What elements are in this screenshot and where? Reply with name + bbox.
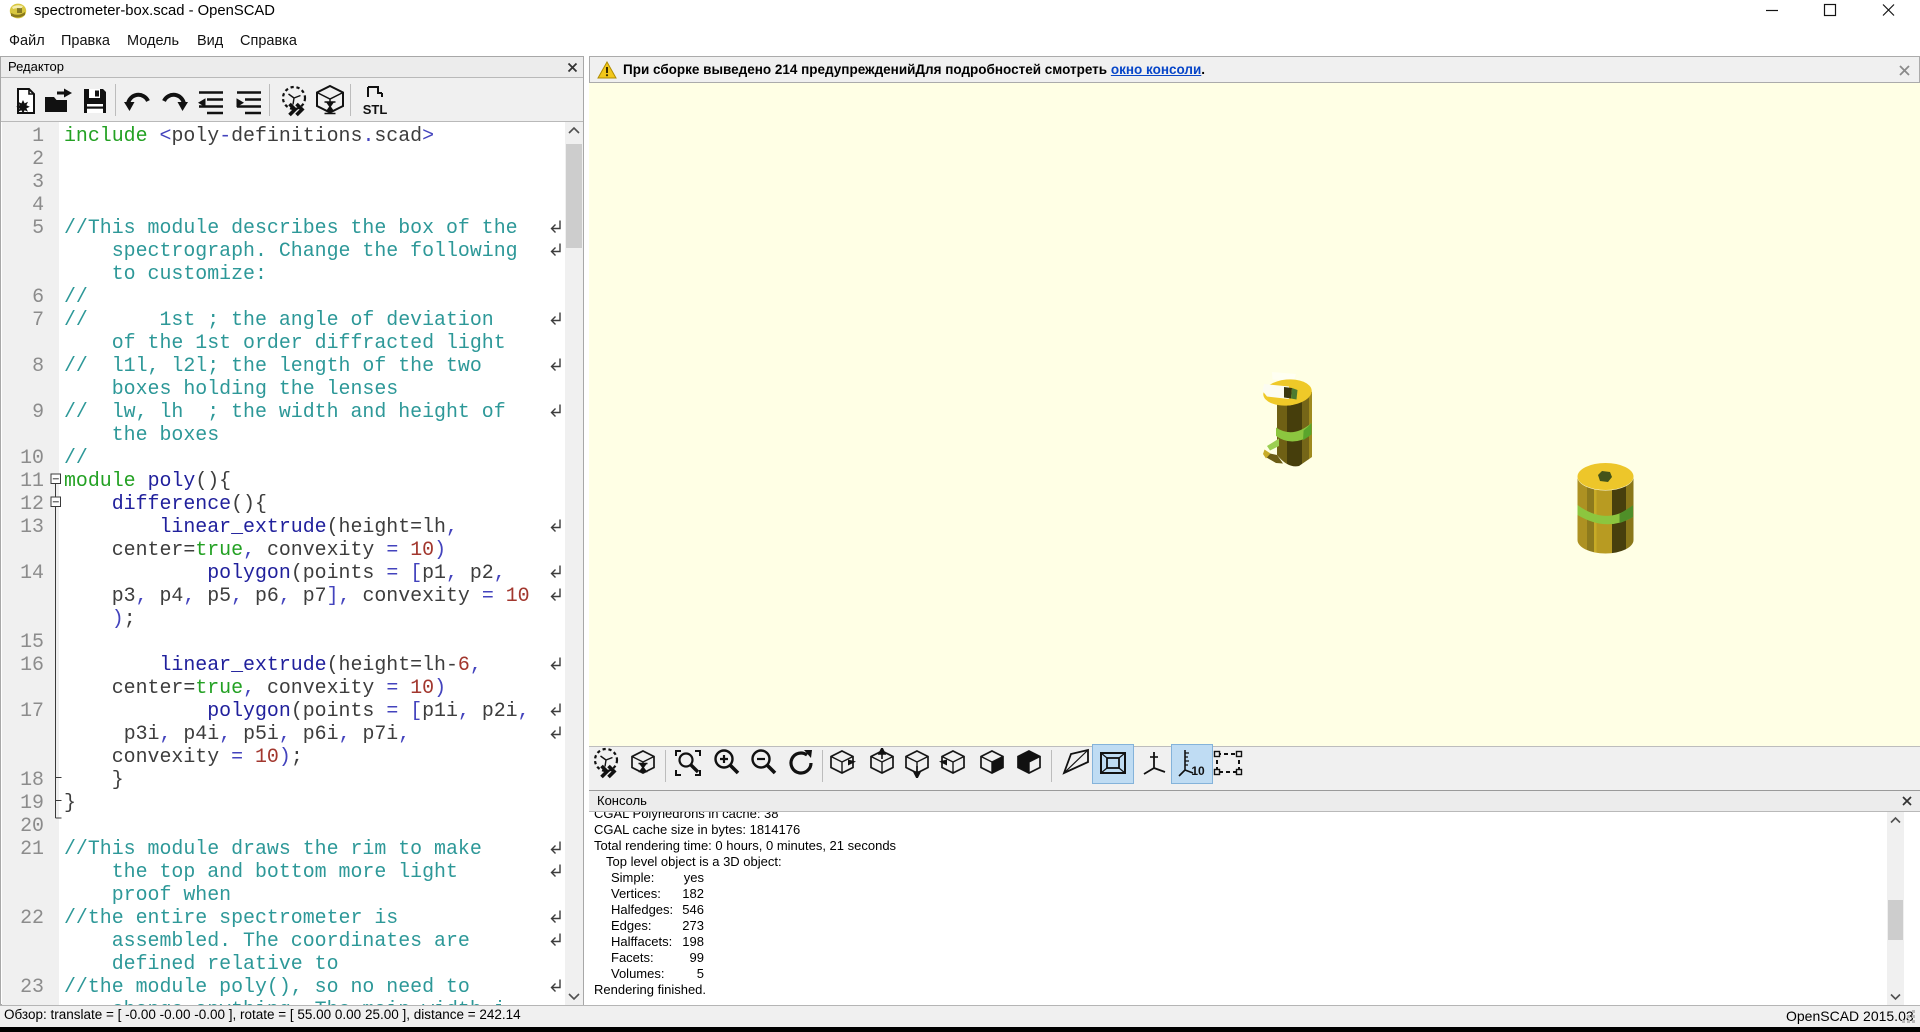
svg-text:10: 10 <box>1191 764 1205 778</box>
svg-text:STL: STL <box>363 102 388 117</box>
